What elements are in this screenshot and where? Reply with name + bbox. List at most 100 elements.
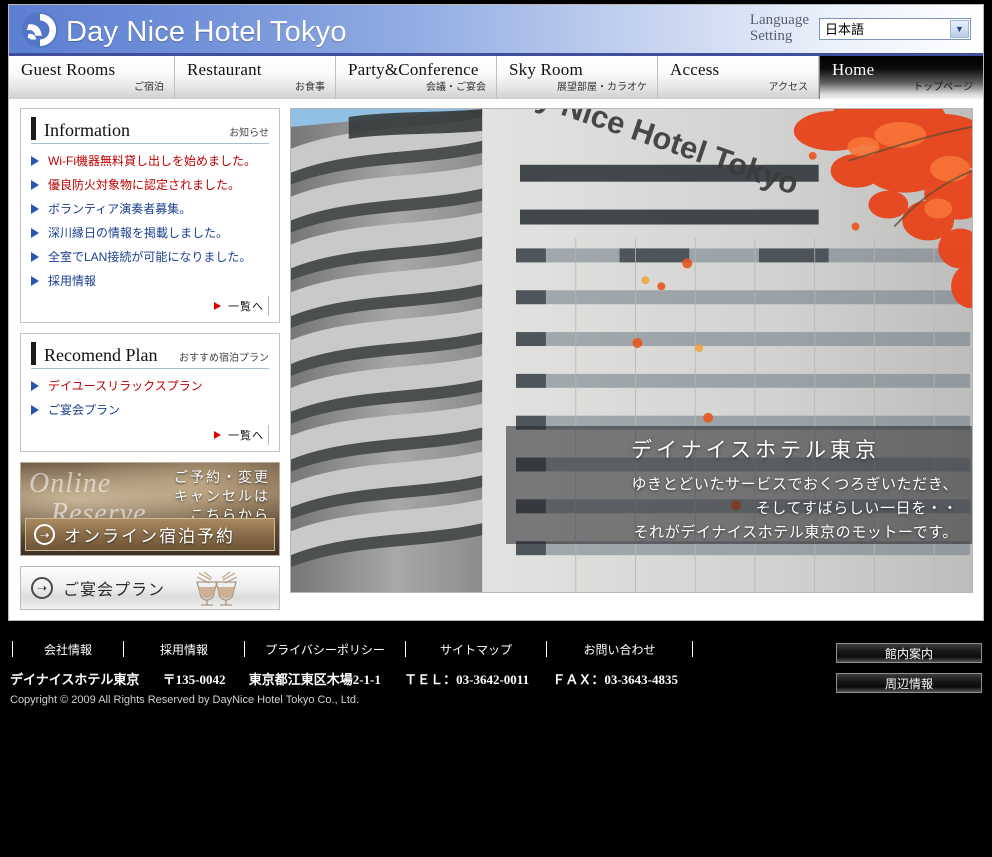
hero-line-2: そしてすばらしい一日を・・ — [755, 501, 958, 517]
recommend-plan-title: Recomend Plan — [44, 345, 158, 365]
information-more-button[interactable]: 一覧へ — [206, 296, 269, 316]
hero-image: Day Nice Hotel Tokyo — [290, 108, 973, 593]
panel-accent-bar — [31, 342, 36, 365]
nav-tab-label-ja: お食事 — [295, 82, 325, 93]
information-link[interactable]: Wi-Fi機器無料貸し出しを始めました。 — [48, 152, 256, 169]
party-plan-banner[interactable]: ➝ ご宴会プラン — [20, 566, 280, 610]
list-item[interactable]: ボランティア演奏者募集。 — [31, 200, 269, 217]
footer-divider — [692, 641, 693, 657]
footer-copyright: Copyright © 2009 All Rights Reserved by … — [10, 694, 360, 706]
site-shell: Day Nice Hotel Tokyo Language Setting 日本… — [8, 4, 984, 621]
language-label-line1: Language — [749, 12, 809, 28]
triangle-right-icon — [31, 404, 39, 415]
reserve-ja-line1: ご予約・変更 — [174, 469, 270, 485]
information-panel-header: Information お知らせ — [31, 117, 269, 144]
information-more-label: 一覧へ — [228, 301, 264, 313]
online-reserve-japanese-text: ご予約・変更 キャンセルは こちらから — [174, 468, 270, 525]
site-logo[interactable]: Day Nice Hotel Tokyo — [21, 11, 347, 54]
nav-tab-label-ja: トップページ — [913, 82, 973, 93]
nav-tab-label-ja: アクセス — [768, 82, 809, 93]
chevron-down-icon[interactable]: ▼ — [950, 19, 969, 38]
footer-button-label: 館内案内 — [884, 646, 933, 661]
footer-address: 東京都江東区木場2-1-1 — [248, 672, 381, 687]
triangle-right-icon — [31, 227, 39, 238]
information-link[interactable]: ボランティア演奏者募集。 — [48, 200, 191, 217]
online-reservation-button[interactable]: ➝ オンライン宿泊予約 — [25, 518, 275, 551]
nav-tab-label-ja: 展望部屋・カラオケ — [557, 82, 647, 93]
hero-line-3: それがデイナイスホテル東京のモットーです。 — [633, 525, 958, 541]
recommend-plan-link[interactable]: デイユースリラックスプラン — [48, 377, 203, 394]
language-label: Language Setting — [749, 12, 809, 45]
hero-column: Day Nice Hotel Tokyo — [290, 108, 973, 610]
site-header: Day Nice Hotel Tokyo Language Setting 日本… — [9, 5, 983, 56]
recommend-plan-list: デイユースリラックスプラン ご宴会プラン — [31, 377, 269, 418]
nav-tab-label-en: Party&Conference — [348, 60, 479, 79]
footer-button-area-info[interactable]: 周辺情報 — [836, 673, 982, 693]
list-item[interactable]: 採用情報 — [31, 272, 269, 289]
nav-tab-label-en: Guest Rooms — [21, 60, 116, 79]
footer-postal-code: 〒135-0042 — [162, 672, 226, 687]
hero-text-overlay: デイナイスホテル東京 ゆきとどいたサービスでおくつろぎいただき、 そしてすばらし… — [506, 426, 972, 544]
nav-tab-access[interactable]: Access アクセス — [658, 56, 819, 99]
nav-tab-home[interactable]: Home トップページ — [819, 56, 983, 99]
triangle-right-icon — [31, 155, 39, 166]
hero-line-1: ゆきとどいたサービスでおくつろぎいただき、 — [631, 477, 958, 493]
online-reservation-button-label: オンライン宿泊予約 — [64, 527, 235, 546]
arrow-right-circle-icon: ➝ — [31, 577, 53, 599]
list-item[interactable]: デイユースリラックスプラン — [31, 377, 269, 394]
hero-description: ゆきとどいたサービスでおくつろぎいただき、 そしてすばらしい一日を・・ それがデ… — [506, 473, 958, 545]
nav-tab-sky-room[interactable]: Sky Room 展望部屋・カラオケ — [497, 56, 658, 99]
site-title: Day Nice Hotel Tokyo — [66, 16, 347, 48]
recommend-plan-panel: Recomend Plan おすすめ宿泊プラン デイユースリラックスプラン ご宴… — [20, 333, 280, 452]
panel-accent-bar — [31, 117, 36, 140]
recommend-plan-subtitle: おすすめ宿泊プラン — [179, 353, 269, 364]
information-list: Wi-Fi機器無料貸し出しを始めました。 優良防火対象物に認定されました。 ボラ… — [31, 152, 269, 289]
party-plan-banner-label: ご宴会プラン — [63, 582, 166, 599]
recommend-plan-more-button[interactable]: 一覧へ — [206, 425, 269, 445]
online-reservation-banner[interactable]: Online Reserve ご予約・変更 キャンセルは こちらから ➝ オンラ… — [20, 462, 280, 556]
nav-tab-label-en: Access — [670, 60, 720, 79]
nav-tab-party-conference[interactable]: Party&Conference 会議・ご宴会 — [336, 56, 497, 99]
wine-glasses-icon — [171, 571, 251, 609]
reserve-ja-line2: キャンセルは — [174, 488, 270, 504]
main-navigation: Guest Rooms ご宿泊 Restaurant お食事 Party&Con… — [9, 56, 983, 99]
footer-link-contact[interactable]: お問い合わせ — [547, 641, 692, 658]
information-link[interactable]: 深川縁日の情報を掲載しました。 — [48, 224, 228, 241]
footer-link-privacy-policy[interactable]: プライバシーポリシー — [245, 641, 405, 658]
page-content: Information お知らせ Wi-Fi機器無料貸し出しを始めました。 優良… — [9, 99, 983, 610]
list-item[interactable]: Wi-Fi機器無料貸し出しを始めました。 — [31, 152, 269, 169]
nav-tab-label-en: Home — [832, 60, 875, 79]
footer-fax: ＦＡＸ：03-3643-4835 — [552, 672, 678, 687]
information-panel: Information お知らせ Wi-Fi機器無料貸し出しを始めました。 優良… — [20, 108, 280, 323]
list-item[interactable]: 全室でLAN接続が可能になりました。 — [31, 248, 269, 265]
nav-tab-label-en: Restaurant — [187, 60, 262, 79]
triangle-right-icon — [31, 203, 39, 214]
wave-circle-logo-icon — [21, 11, 59, 54]
triangle-right-icon — [214, 302, 221, 310]
list-item[interactable]: ご宴会プラン — [31, 401, 269, 418]
online-reserve-script-line1: Online — [29, 468, 112, 499]
page-root: Day Nice Hotel Tokyo Language Setting 日本… — [0, 0, 992, 857]
recommend-plan-header: Recomend Plan おすすめ宿泊プラン — [31, 342, 269, 369]
footer-link-sitemap[interactable]: サイトマップ — [406, 641, 546, 658]
nav-tab-label-en: Sky Room — [509, 60, 583, 79]
language-setting: Language Setting 日本語 ▼ — [749, 12, 971, 45]
list-item[interactable]: 深川縁日の情報を掲載しました。 — [31, 224, 269, 241]
language-select[interactable]: 日本語 ▼ — [819, 17, 971, 40]
footer-button-label: 周辺情報 — [884, 676, 933, 691]
footer-button-facility-guide[interactable]: 館内案内 — [836, 643, 982, 663]
footer-link-company-info[interactable]: 会社情報 — [13, 641, 123, 658]
information-title: Information — [44, 120, 130, 140]
hero-title: デイナイスホテル東京 — [631, 438, 880, 462]
triangle-right-icon — [31, 251, 39, 262]
footer-hotel-name: デイナイスホテル東京 — [10, 672, 140, 687]
recommend-plan-link[interactable]: ご宴会プラン — [48, 401, 120, 418]
nav-tab-restaurant[interactable]: Restaurant お食事 — [175, 56, 336, 99]
nav-tab-guest-rooms[interactable]: Guest Rooms ご宿泊 — [9, 56, 175, 99]
list-item[interactable]: 優良防火対象物に認定されました。 — [31, 176, 269, 193]
footer-link-recruit[interactable]: 採用情報 — [124, 641, 244, 658]
information-link[interactable]: 採用情報 — [48, 272, 96, 289]
information-link[interactable]: 全室でLAN接続が可能になりました。 — [48, 248, 251, 265]
recommend-plan-more-label: 一覧へ — [228, 430, 264, 442]
information-link[interactable]: 優良防火対象物に認定されました。 — [48, 176, 240, 193]
